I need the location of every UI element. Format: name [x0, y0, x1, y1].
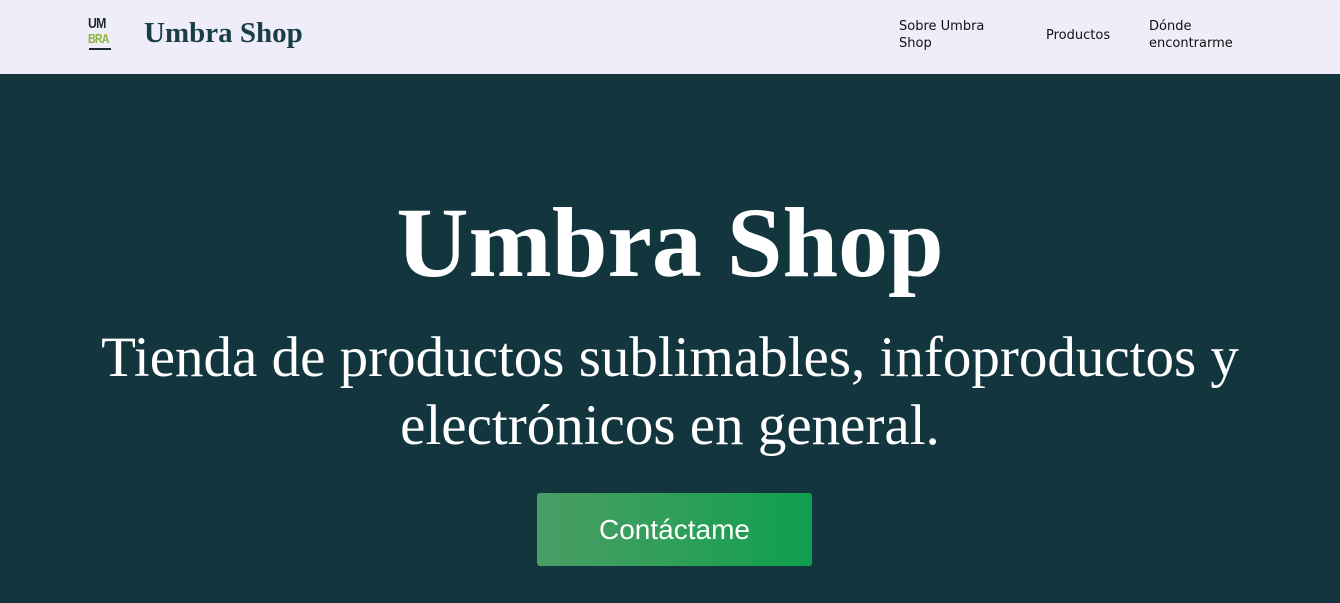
- site-header: UM BRA Umbra Shop Sobre Umbra Shop Produ…: [0, 0, 1340, 74]
- nav-link-products[interactable]: Productos: [1046, 27, 1110, 44]
- logo-underline: [89, 48, 111, 50]
- nav-link-about[interactable]: Sobre Umbra Shop: [899, 18, 999, 52]
- brand-name[interactable]: Umbra Shop: [144, 17, 303, 50]
- umbra-logo[interactable]: UM BRA: [88, 16, 112, 52]
- logo-text-bottom: BRA: [88, 31, 109, 46]
- contact-button[interactable]: Contáctame: [537, 493, 812, 566]
- nav-link-where-to-find[interactable]: Dónde encontrarme: [1149, 18, 1245, 52]
- hero-subtitle: Tienda de productos sublimables, infopro…: [101, 326, 1239, 457]
- logo-text-top: UM: [88, 15, 106, 32]
- hero-title: Umbra Shop: [396, 187, 944, 298]
